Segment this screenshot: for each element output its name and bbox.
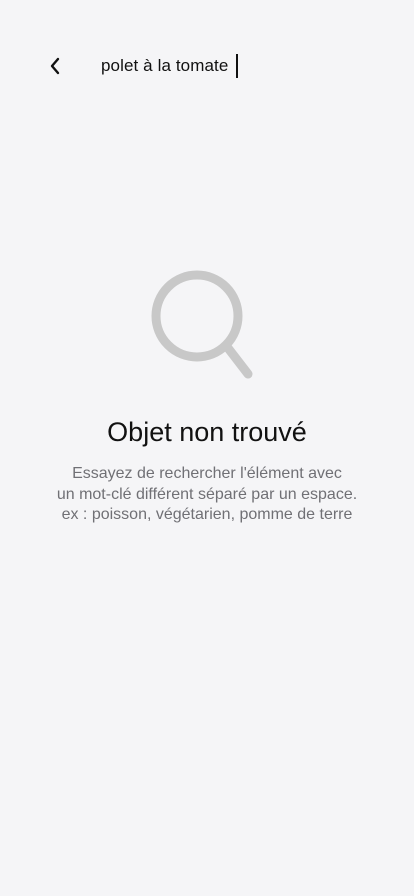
empty-state-title: Objet non trouvé [107,417,307,447]
search-input[interactable]: polet à la tomate [101,52,238,80]
message-line: Essayez de rechercher l'élément avec [72,465,342,482]
search-icon [151,270,253,379]
back-button[interactable] [38,48,72,84]
message-line: ex : poisson, végétarien, pomme de terre [61,506,353,523]
empty-state: Objet non trouvé Essayez de rechercher l… [0,270,414,526]
message-line: un mot-clé différent séparé par un espac… [56,485,358,503]
text-cursor [236,54,238,78]
top-bar: polet à la tomate [0,0,414,130]
empty-state-message: Essayez de rechercher l'élément avec un … [0,464,414,526]
chevron-left-icon [50,57,60,75]
search-input-value[interactable]: polet à la tomate [101,56,228,76]
